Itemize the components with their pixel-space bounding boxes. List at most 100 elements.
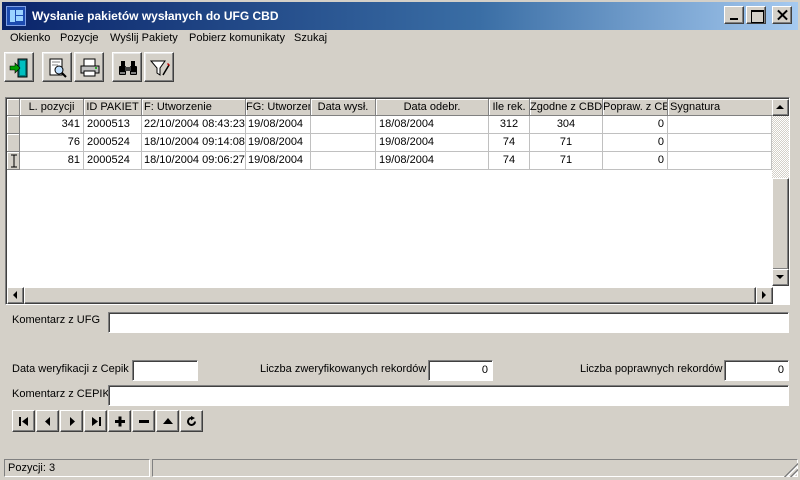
data-weryfikacji-label: Data weryfikacji z Cepik: [12, 363, 129, 375]
grid-header: L. pozycji ID PAKIET F: Utworzenie FG: U…: [7, 99, 773, 116]
scroll-right-button[interactable]: [756, 287, 773, 304]
cell-sygnatura[interactable]: [668, 134, 772, 152]
cell-popraw[interactable]: 0: [603, 116, 668, 134]
nav-delete-button[interactable]: [132, 410, 155, 432]
cell-zgodne[interactable]: 71: [530, 134, 603, 152]
nav-prior-button[interactable]: [36, 410, 59, 432]
column-header[interactable]: Ile rek.: [489, 99, 530, 116]
exit-icon: [9, 58, 28, 78]
status-secondary: [152, 459, 798, 477]
print-button[interactable]: [74, 52, 104, 82]
row-indicator[interactable]: [7, 116, 20, 134]
column-header[interactable]: F: Utworzenie: [142, 99, 246, 116]
column-header[interactable]: Data wysł.: [311, 99, 376, 116]
exit-button[interactable]: [4, 52, 34, 82]
scroll-left-button[interactable]: [7, 287, 24, 304]
cell-ile-rek[interactable]: 74: [489, 152, 530, 170]
cell-sygnatura[interactable]: [668, 116, 772, 134]
preview-button[interactable]: [42, 52, 72, 82]
packages-grid[interactable]: L. pozycji ID PAKIET F: Utworzenie FG: U…: [5, 97, 790, 305]
liczba-poprawnych-field[interactable]: 0: [724, 360, 789, 381]
nav-refresh-button[interactable]: [180, 410, 203, 432]
cell-zgodne[interactable]: 304: [530, 116, 603, 134]
nav-next-button[interactable]: [60, 410, 83, 432]
row-indicator[interactable]: [7, 134, 20, 152]
cell-ile-rek[interactable]: 312: [489, 116, 530, 134]
cell-popraw[interactable]: 0: [603, 152, 668, 170]
binoculars-icon: [119, 61, 137, 75]
data-weryfikacji-field[interactable]: [132, 360, 198, 381]
resize-grip-icon[interactable]: [784, 463, 798, 477]
column-header[interactable]: FG: Utworzen: [246, 99, 311, 116]
cell-fg-utworzen[interactable]: 19/08/2004: [246, 134, 311, 152]
komentarz-cepik-field[interactable]: [108, 385, 789, 406]
menu-wyslij-pakiety[interactable]: Wyślij Pakiety: [108, 32, 180, 44]
cell-l-pozycji[interactable]: 76: [20, 134, 84, 152]
app-icon: [6, 6, 26, 26]
row-indicator-current[interactable]: [7, 152, 20, 170]
menu-pobierz-komunikaty[interactable]: Pobierz komunikaty: [187, 32, 287, 44]
nav-edit-button[interactable]: [156, 410, 179, 432]
komentarz-ufg-label: Komentarz z UFG: [12, 314, 101, 326]
maximize-button[interactable]: [746, 6, 766, 24]
menu-okienko[interactable]: Okienko: [8, 32, 52, 44]
column-header[interactable]: L. pozycji: [20, 99, 84, 116]
search-button[interactable]: [112, 52, 142, 82]
cell-f-utworzenie[interactable]: 18/10/2004 09:06:27: [142, 152, 246, 170]
menu-pozycje[interactable]: Pozycje: [58, 32, 101, 44]
cell-data-odebr[interactable]: 19/08/2004: [376, 152, 489, 170]
nav-first-button[interactable]: [12, 410, 35, 432]
scroll-down-button[interactable]: [772, 269, 789, 286]
prior-icon: [45, 417, 50, 426]
delete-icon: [139, 420, 149, 423]
arrow-left-icon: [9, 291, 17, 299]
vertical-scrollbar[interactable]: [772, 99, 789, 286]
cell-popraw[interactable]: 0: [603, 134, 668, 152]
cell-l-pozycji[interactable]: 341: [20, 116, 84, 134]
column-header[interactable]: Popraw. z CE: [603, 99, 668, 116]
cell-l-pozycji[interactable]: 81: [20, 152, 84, 170]
minimize-button[interactable]: [724, 6, 744, 24]
scroll-up-button[interactable]: [772, 99, 789, 116]
horizontal-scrollbar[interactable]: [7, 287, 773, 304]
status-count: Pozycji: 3: [4, 459, 150, 477]
cell-ile-rek[interactable]: 74: [489, 134, 530, 152]
liczba-zweryfikowanych-field[interactable]: 0: [428, 360, 493, 381]
menu-szukaj[interactable]: Szukaj: [292, 32, 329, 44]
column-header[interactable]: Data odebr.: [376, 99, 489, 116]
nav-insert-button[interactable]: [108, 410, 131, 432]
table-row[interactable]: 76 2000524 18/10/2004 09:14:08 19/08/200…: [20, 134, 772, 152]
liczba-poprawnych-label: Liczba poprawnych rekordów: [580, 363, 723, 375]
cell-fg-utworzen[interactable]: 19/08/2004: [246, 152, 311, 170]
cell-fg-utworzen[interactable]: 19/08/2004: [246, 116, 311, 134]
cell-data-odebr[interactable]: 19/08/2004: [376, 134, 489, 152]
first-icon: [19, 417, 28, 426]
window-title: Wysłanie pakietów wysłanych do UFG CBD: [32, 9, 279, 23]
cell-f-utworzenie[interactable]: 18/10/2004 09:14:08: [142, 134, 246, 152]
table-row[interactable]: 81 2000524 18/10/2004 09:06:27 19/08/200…: [20, 152, 772, 170]
cell-id-pakiet[interactable]: 2000524: [84, 134, 142, 152]
column-header[interactable]: Sygnatura: [668, 99, 773, 116]
cell-id-pakiet[interactable]: 2000513: [84, 116, 142, 134]
column-header[interactable]: Zgodne z CBD: [530, 99, 603, 116]
print-icon: [80, 58, 100, 77]
cell-zgodne[interactable]: 71: [530, 152, 603, 170]
cell-data-wysl[interactable]: [311, 134, 376, 152]
cell-data-wysl[interactable]: [311, 116, 376, 134]
komentarz-ufg-field[interactable]: [108, 312, 789, 333]
cell-data-wysl[interactable]: [311, 152, 376, 170]
nav-last-button[interactable]: [84, 410, 107, 432]
cell-f-utworzenie[interactable]: 22/10/2004 08:43:23: [142, 116, 246, 134]
cell-data-odebr[interactable]: 18/08/2004: [376, 116, 489, 134]
vertical-scroll-thumb[interactable]: [772, 178, 789, 270]
table-row[interactable]: 341 2000513 22/10/2004 08:43:23 19/08/20…: [20, 116, 772, 134]
column-header[interactable]: ID PAKIET: [84, 99, 142, 116]
horizontal-scroll-thumb[interactable]: [24, 287, 756, 304]
arrow-down-icon: [776, 275, 784, 283]
filter-button[interactable]: [144, 52, 174, 82]
close-button[interactable]: [772, 6, 792, 24]
cell-id-pakiet[interactable]: 2000524: [84, 152, 142, 170]
cell-sygnatura[interactable]: [668, 152, 772, 170]
edit-cursor-icon: [11, 154, 17, 168]
arrow-right-icon: [762, 291, 770, 299]
